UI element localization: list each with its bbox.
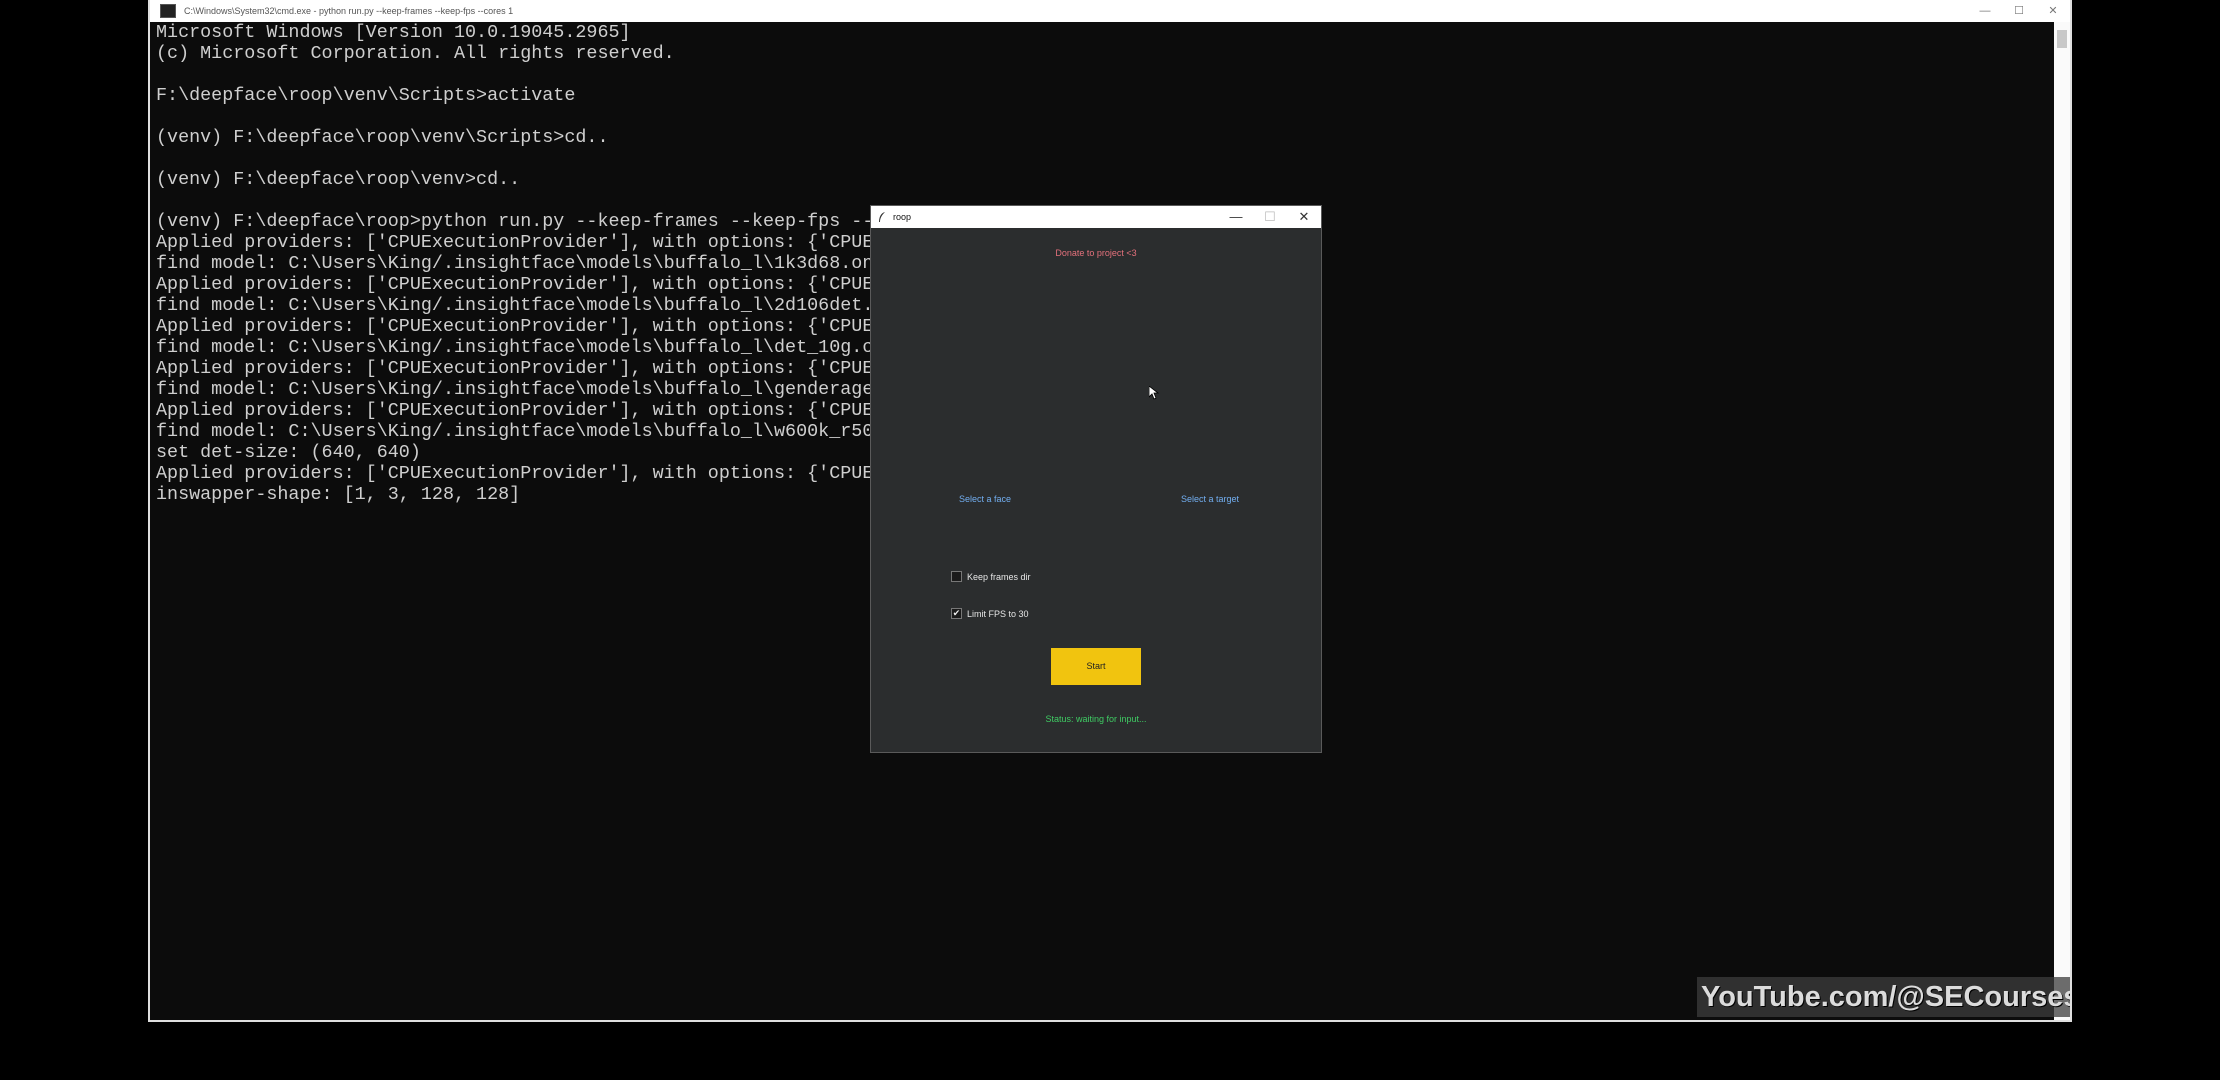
status-text: Status: waiting for input... xyxy=(1045,714,1147,724)
cmd-window-controls: — ☐ ✕ xyxy=(1968,0,2070,22)
roop-window[interactable]: roop — ☐ ✕ Donate to project <3 Select a… xyxy=(870,205,1322,753)
cmd-titlebar[interactable]: C:\Windows\System32\cmd.exe - python run… xyxy=(150,0,2070,22)
keep-frames-label: Keep frames dir xyxy=(967,571,1031,582)
minimize-icon[interactable]: — xyxy=(1219,206,1253,228)
close-icon[interactable]: ✕ xyxy=(2036,0,2070,22)
start-button[interactable]: Start xyxy=(1051,648,1141,685)
limit-fps-checkbox[interactable]: ✔ xyxy=(951,608,962,619)
cmd-app-icon xyxy=(160,4,176,18)
limit-fps-option[interactable]: ✔ Limit FPS to 30 xyxy=(951,608,1029,619)
console-line: Microsoft Windows [Version 10.0.19045.29… xyxy=(156,22,631,43)
console-line: F:\deepface\roop\venv\Scripts>activate xyxy=(156,85,576,106)
close-icon[interactable]: ✕ xyxy=(1287,206,1321,228)
minimize-icon[interactable]: — xyxy=(1968,0,2002,22)
keep-frames-option[interactable]: Keep frames dir xyxy=(951,571,1031,582)
keep-frames-checkbox[interactable] xyxy=(951,571,962,582)
watermark: YouTube.com/@SECourses xyxy=(1697,977,2070,1017)
console-scrollbar[interactable] xyxy=(2054,22,2070,1020)
select-target-button[interactable]: Select a target xyxy=(1181,494,1239,504)
roop-window-title: roop xyxy=(893,212,912,222)
roop-titlebar[interactable]: roop — ☐ ✕ xyxy=(871,206,1321,228)
maximize-icon[interactable]: ☐ xyxy=(1253,206,1287,228)
limit-fps-label: Limit FPS to 30 xyxy=(967,608,1029,619)
console-line: (venv) F:\deepface\roop\venv\Scripts>cd.… xyxy=(156,127,609,148)
feather-icon xyxy=(879,212,885,222)
select-face-button[interactable]: Select a face xyxy=(959,494,1011,504)
donate-link[interactable]: Donate to project <3 xyxy=(871,248,1321,258)
roop-window-controls: — ☐ ✕ xyxy=(1219,206,1321,228)
console-line: (venv) F:\deepface\roop\venv>cd.. xyxy=(156,169,521,190)
console-line: (c) Microsoft Corporation. All rights re… xyxy=(156,43,675,64)
cmd-window-title: C:\Windows\System32\cmd.exe - python run… xyxy=(184,6,514,16)
scrollbar-thumb[interactable] xyxy=(2057,30,2067,48)
mouse-cursor-icon xyxy=(1149,386,1159,400)
maximize-icon[interactable]: ☐ xyxy=(2002,0,2036,22)
